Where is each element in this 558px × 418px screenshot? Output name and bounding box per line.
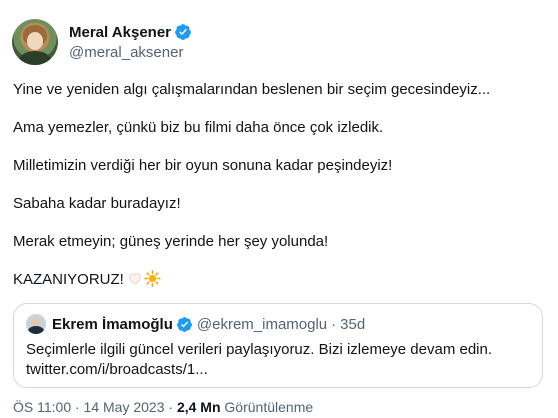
quoted-tweet-line: Seçimlerle ilgili güncel verileri paylaş…: [26, 341, 493, 358]
author-names: Meral Akşener @meral_aksener: [69, 23, 192, 61]
tweet-line: Merak etmeyin; güneş yerinde her şey yol…: [13, 233, 329, 250]
quoted-tweet-link[interactable]: twitter.com/i/broadcasts/1...: [26, 360, 530, 380]
tweet-text: Yine ve yeniden algı çalışmalarından bes…: [13, 80, 543, 290]
views-count: 2,4 Mn: [176, 399, 221, 415]
tweet-line: Yine ve yeniden algı çalışmalarından bes…: [13, 81, 491, 98]
tweet-line: Milletimizin verdiği her bir oyun sonuna…: [13, 157, 393, 174]
tweet-line: Ama yemezler, çünkü biz bu filmi daha ön…: [13, 119, 384, 136]
verified-badge-icon: [176, 316, 192, 332]
quoted-tweet-card[interactable]: Ekrem İmamoğlu @ekrem_imamoglu · 35d Seç…: [13, 303, 543, 388]
tweet-meta: ÖS 11:00 · 14 May 2023 · 2,4 Mn Görüntül…: [13, 399, 313, 415]
tweet-timestamp[interactable]: ÖS 11:00 · 14 May 2023 ·: [13, 399, 177, 415]
author-display-name[interactable]: Meral Akşener: [69, 24, 171, 41]
tweet-line-last: KAZANIYORUZ!: [13, 270, 543, 290]
author-display-row: Meral Akşener: [69, 23, 192, 41]
quoted-tweet-header: Ekrem İmamoğlu @ekrem_imamoglu · 35d: [26, 314, 530, 334]
tweet-line: Sabaha kadar buradayız!: [13, 195, 181, 212]
tweet-line: KAZANIYORUZ!: [13, 271, 124, 288]
quoted-tweet-time: 35d: [340, 315, 366, 333]
sun-icon: [144, 270, 161, 287]
quoted-author-name: Ekrem İmamoğlu: [52, 315, 173, 333]
quoted-author-avatar: [26, 314, 46, 334]
quoted-tweet-text: Seçimlerle ilgili güncel verileri paylaş…: [26, 340, 530, 380]
tweet-header: Meral Akşener @meral_aksener: [12, 14, 192, 70]
white-heart-icon: [128, 273, 141, 285]
separator-dot: ·: [331, 315, 337, 333]
author-handle[interactable]: @meral_aksener: [69, 44, 192, 61]
views-label: Görüntülenme: [220, 399, 314, 415]
author-avatar[interactable]: [12, 19, 58, 65]
verified-badge-icon: [175, 24, 191, 40]
quoted-author-handle: @ekrem_imamoglu: [196, 315, 328, 333]
